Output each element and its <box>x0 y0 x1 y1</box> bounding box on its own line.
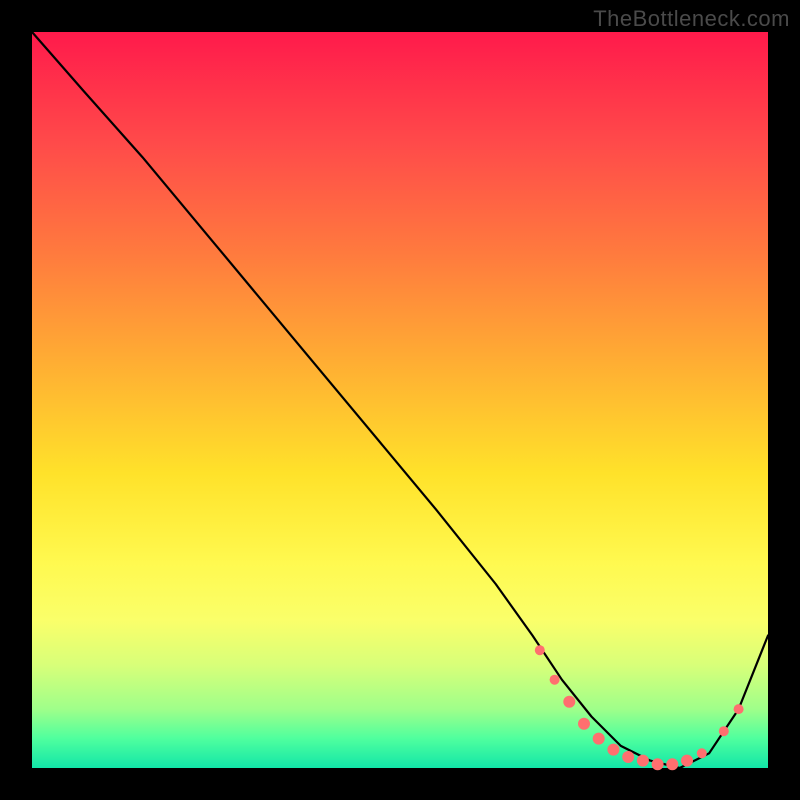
data-marker <box>535 645 545 655</box>
marker-group <box>535 645 744 770</box>
watermark-text: TheBottleneck.com <box>593 6 790 32</box>
data-marker <box>550 675 560 685</box>
chart-frame: TheBottleneck.com <box>0 0 800 800</box>
data-marker <box>607 744 619 756</box>
data-marker <box>578 718 590 730</box>
bottleneck-curve <box>32 32 768 768</box>
data-marker <box>697 748 707 758</box>
data-marker <box>719 726 729 736</box>
chart-svg <box>32 32 768 768</box>
data-marker <box>734 704 744 714</box>
data-marker <box>563 696 575 708</box>
data-marker <box>622 751 634 763</box>
data-marker <box>637 755 649 767</box>
data-marker <box>681 755 693 767</box>
data-marker <box>593 733 605 745</box>
data-marker <box>652 758 664 770</box>
chart-plot-area <box>32 32 768 768</box>
data-marker <box>666 758 678 770</box>
